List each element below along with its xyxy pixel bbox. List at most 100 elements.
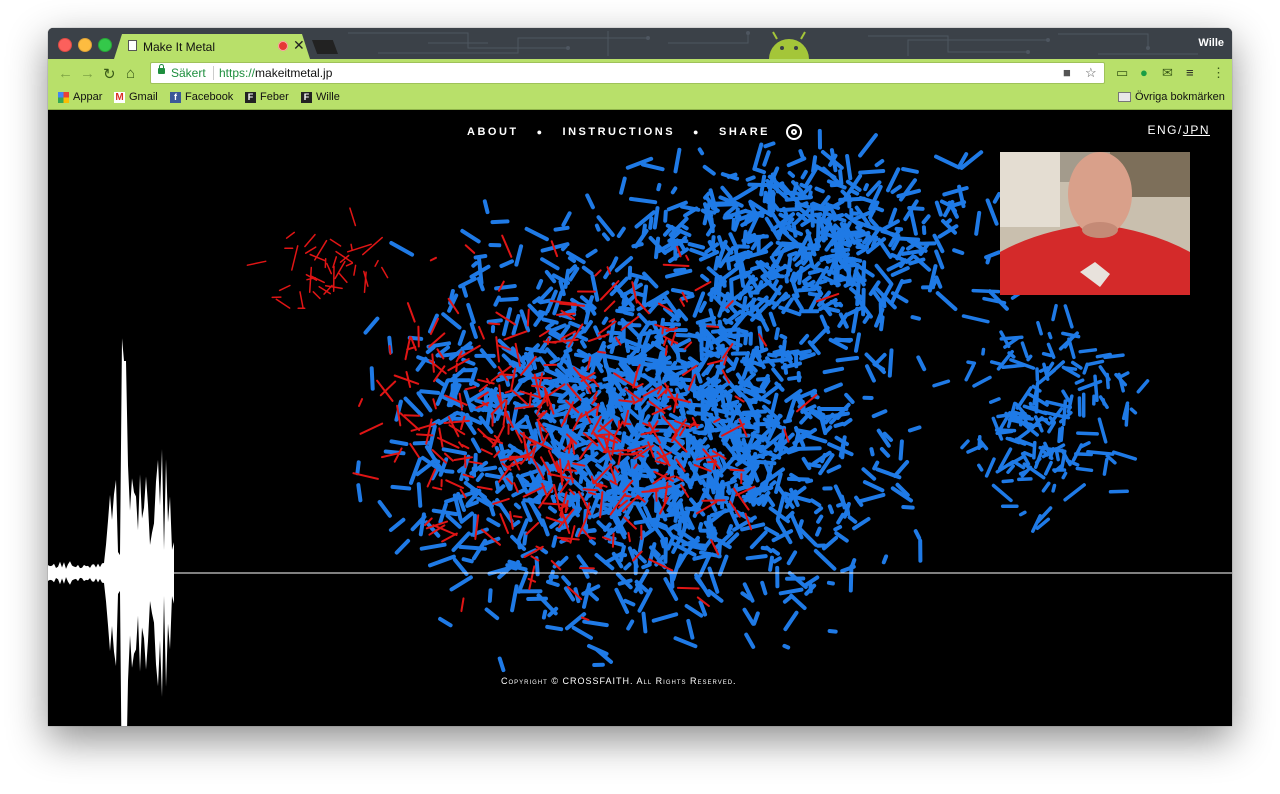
buffer-icon[interactable]: ≡	[1186, 65, 1194, 80]
visualizer-stroke	[353, 264, 357, 276]
visualizer-stroke	[278, 284, 291, 292]
visualizer-stroke	[304, 246, 317, 254]
visualizer-stroke	[865, 364, 876, 383]
crossfaith-logo-icon[interactable]	[786, 124, 802, 140]
cast-icon[interactable]: ▭	[1116, 65, 1128, 81]
visualizer-stroke	[674, 341, 681, 362]
visualizer-stroke	[703, 191, 711, 200]
visualizer-stroke	[879, 447, 891, 458]
visualizer-stroke	[901, 167, 919, 174]
visualizer-stroke	[787, 227, 803, 237]
visualizer-stroke	[952, 248, 965, 255]
visualizer-stroke	[663, 209, 668, 223]
visualizer-stroke	[807, 243, 818, 248]
nav-separator: ●	[536, 127, 545, 137]
visualizer-stroke	[464, 244, 476, 254]
minimize-window-button[interactable]	[78, 38, 92, 52]
visualizer-stroke	[1124, 403, 1130, 427]
nav-share[interactable]: SHARE	[719, 126, 770, 138]
bookmark-label: Facebook	[185, 91, 234, 103]
visualizer-stroke	[416, 391, 433, 413]
reload-icon[interactable]: ↻	[103, 65, 116, 83]
bookmark-facebook[interactable]: f Facebook	[170, 91, 233, 103]
visualizer-stroke	[826, 464, 842, 474]
visualizer-stroke	[702, 164, 716, 176]
visualizer-stroke	[246, 260, 267, 266]
fullscreen-window-button[interactable]	[98, 38, 112, 52]
visualizer-stroke	[1041, 351, 1053, 358]
bookmark-feber[interactable]: F Feber	[245, 91, 289, 103]
visualizer-stroke	[445, 479, 464, 489]
bookmark-wille[interactable]: F Wille	[301, 91, 340, 103]
camera-icon[interactable]: ■	[1063, 65, 1071, 80]
visualizer-stroke	[726, 484, 732, 496]
visualizer-stroke	[1054, 447, 1060, 462]
menu-icon[interactable]: ⋮	[1212, 65, 1225, 81]
lang-jpn[interactable]: JPN	[1183, 123, 1210, 137]
visualizer-stroke	[670, 288, 691, 295]
extension-green-icon[interactable]: ●	[1140, 65, 1148, 80]
back-icon[interactable]: ←	[58, 65, 73, 82]
visualizer-stroke	[685, 254, 690, 261]
visualizer-stroke	[844, 392, 855, 404]
visualizer-stroke	[526, 308, 530, 327]
forward-icon[interactable]: →	[80, 65, 95, 82]
webcam-preview	[1000, 152, 1190, 295]
visualizer-stroke	[1078, 348, 1098, 354]
visualizer-stroke	[700, 273, 710, 283]
visualizer-stroke	[697, 147, 705, 156]
home-icon[interactable]: ⌂	[126, 65, 135, 82]
visualizer-stroke	[1061, 399, 1068, 427]
visualizer-stroke	[656, 182, 662, 192]
nav-about[interactable]: ABOUT	[467, 126, 519, 138]
lang-eng[interactable]: ENG	[1147, 123, 1178, 137]
address-bar[interactable]: Säkert https://makeitmetal.jp ■ ☆	[150, 62, 1105, 84]
visualizer-stroke	[416, 482, 423, 508]
visualizer-stroke	[942, 186, 969, 197]
visualizer-stroke	[822, 366, 845, 375]
bookmark-star-icon[interactable]: ☆	[1085, 65, 1097, 81]
visualizer-stroke	[916, 355, 927, 372]
visualizer-stroke	[961, 314, 990, 324]
visualizer-stroke	[697, 427, 720, 436]
visualizer-stroke	[858, 133, 878, 158]
visualizer-stroke	[856, 247, 868, 256]
visualizer-stroke	[1111, 450, 1138, 461]
visualizer-stroke	[580, 616, 590, 621]
visualizer-stroke	[816, 514, 824, 524]
active-tab[interactable]: Make It Metal ✕	[114, 34, 310, 59]
visualizer-stroke	[588, 538, 596, 546]
other-bookmarks[interactable]: Övriga bokmärken	[1118, 91, 1225, 103]
nav-instructions[interactable]: INSTRUCTIONS	[563, 126, 676, 138]
visualizer-stroke	[496, 449, 511, 456]
visualizer-stroke	[892, 460, 910, 478]
visualizer-stroke	[585, 481, 591, 491]
visualizer-stroke	[486, 517, 501, 528]
visualizer-stroke	[842, 418, 853, 427]
bookmark-gmail[interactable]: M Gmail	[114, 91, 158, 103]
visualizer-stroke	[1061, 389, 1071, 403]
profile-name[interactable]: Wille	[1198, 37, 1224, 49]
visualizer-stroke	[772, 556, 782, 564]
visualizer-stroke	[1101, 397, 1106, 406]
visualizer-stroke	[369, 366, 375, 391]
visualizer-stroke	[836, 502, 844, 508]
visualizer-stroke	[541, 609, 548, 620]
close-tab-icon[interactable]: ✕	[293, 37, 305, 54]
visualizer-stroke	[641, 562, 652, 570]
visualizer-stroke	[698, 300, 707, 313]
visualizer-stroke	[1043, 460, 1053, 476]
visualizer-stroke	[308, 266, 313, 293]
bookmark-appar[interactable]: Appar	[58, 91, 102, 103]
visualizer-stroke	[862, 313, 872, 324]
visualizer-stroke	[393, 374, 420, 385]
close-window-button[interactable]	[58, 38, 72, 52]
visualizer-stroke	[334, 260, 346, 280]
visualizer-stroke	[488, 322, 501, 326]
visualizer-stroke	[689, 475, 696, 487]
visualizer-stroke	[664, 345, 668, 356]
url-text[interactable]: https://makeitmetal.jp	[219, 66, 332, 80]
visualizer-stroke	[494, 480, 501, 493]
webcam-image	[1000, 152, 1190, 295]
mail-icon[interactable]: ✉	[1162, 65, 1173, 81]
